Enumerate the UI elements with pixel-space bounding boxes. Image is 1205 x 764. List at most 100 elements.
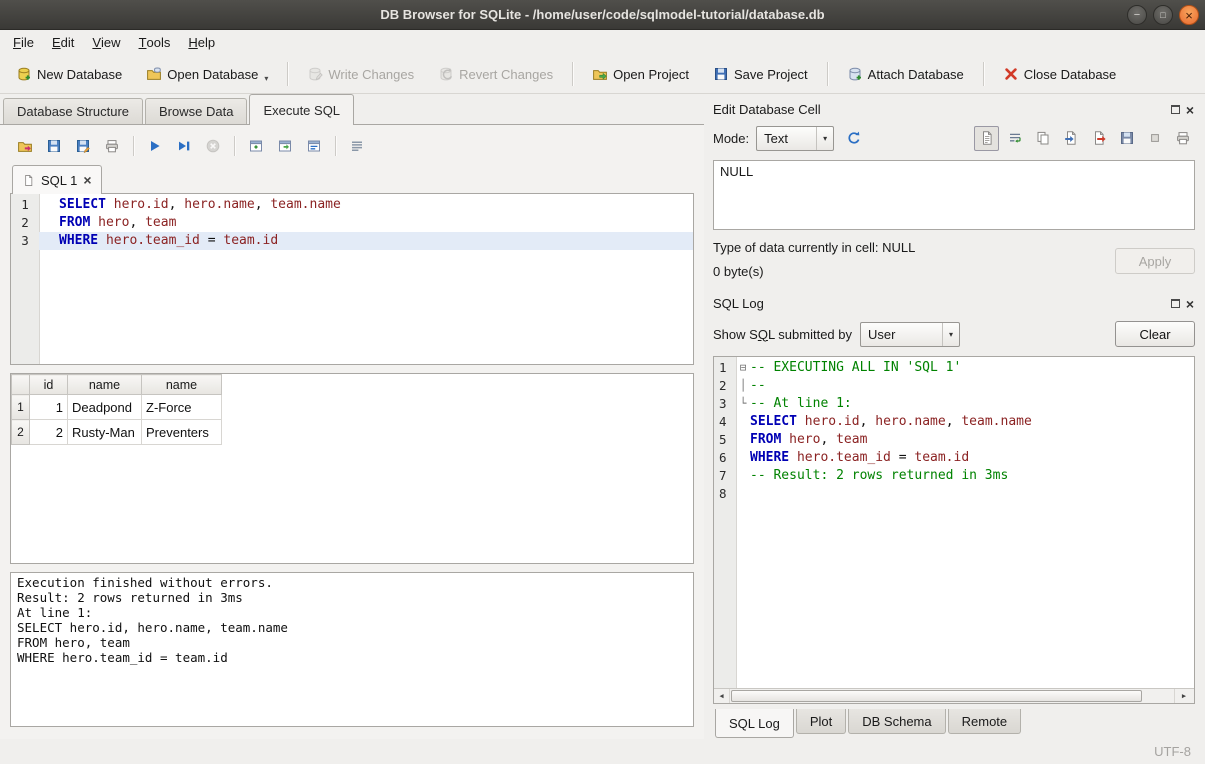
- execute-current-line-button[interactable]: [171, 133, 197, 159]
- toolbar-separator: [287, 62, 288, 86]
- code-line: 1SELECT hero.id, hero.name, team.name: [11, 196, 693, 214]
- tab-plot[interactable]: Plot: [796, 709, 846, 734]
- open-database-button[interactable]: Open Database▾: [136, 60, 278, 88]
- format-sql-button[interactable]: [344, 133, 370, 159]
- tab-database-structure[interactable]: Database Structure: [3, 98, 143, 124]
- toolbar-separator: [983, 62, 984, 86]
- code-line: 6 WHERE hero.team_id = team.id: [714, 449, 1194, 467]
- toolbar-separator: [335, 136, 336, 156]
- horizontal-scrollbar[interactable]: ◀ ▶: [714, 688, 1194, 703]
- chevron-down-icon: ▾: [942, 323, 959, 346]
- export-button[interactable]: [1086, 126, 1111, 151]
- new-tab-button[interactable]: [243, 133, 269, 159]
- save-sql-file-button[interactable]: [41, 133, 67, 159]
- tab-remote[interactable]: Remote: [948, 709, 1022, 734]
- tab-execute-sql[interactable]: Execute SQL: [249, 94, 354, 125]
- minimize-button[interactable]: −: [1127, 5, 1147, 25]
- new-database-icon: [16, 66, 32, 82]
- cell[interactable]: 1: [30, 395, 68, 420]
- mode-select[interactable]: Text ▾: [756, 126, 834, 151]
- menu-item-file[interactable]: File: [4, 30, 43, 55]
- code-text: WHERE hero.team_id = team.id: [39, 232, 693, 250]
- set-null-button[interactable]: [1142, 126, 1167, 151]
- table-row[interactable]: 22Rusty-ManPreventers: [12, 420, 222, 445]
- line-number: 3: [11, 232, 39, 250]
- column-header-name-1[interactable]: name: [68, 375, 142, 395]
- line-number: 4: [714, 413, 736, 431]
- open-sql-file-button[interactable]: [12, 133, 38, 159]
- open-in-new-tab-button[interactable]: [272, 133, 298, 159]
- revert-changes-label: Revert Changes: [459, 67, 553, 82]
- import-button[interactable]: [1058, 126, 1083, 151]
- corner-header[interactable]: [12, 375, 30, 395]
- refresh-icon: [846, 130, 862, 146]
- code-line: 2FROM hero, team: [11, 214, 693, 232]
- print-cell-icon: [1175, 130, 1191, 146]
- autocomplete-button[interactable]: [301, 133, 327, 159]
- scroll-left-arrow[interactable]: ◀: [714, 689, 730, 703]
- print-icon: [104, 138, 120, 154]
- save-cell-icon: [1119, 130, 1135, 146]
- menu-item-view[interactable]: View: [83, 30, 129, 55]
- code-line: 3└-- At line 1:: [714, 395, 1194, 413]
- toolbar-separator: [234, 136, 235, 156]
- menu-item-edit[interactable]: Edit: [43, 30, 83, 55]
- row-number[interactable]: 2: [12, 420, 30, 445]
- title-bar[interactable]: DB Browser for SQLite - /home/user/code/…: [0, 0, 1205, 30]
- fold-marker-icon: [736, 449, 750, 467]
- apply-button: Apply: [1115, 248, 1195, 274]
- submitted-by-select[interactable]: User ▾: [860, 322, 960, 347]
- window-title: DB Browser for SQLite - /home/user/code/…: [380, 7, 824, 22]
- cell-editor[interactable]: NULL: [713, 160, 1195, 230]
- cell[interactable]: Z-Force: [142, 395, 222, 420]
- menu-item-help[interactable]: Help: [179, 30, 224, 55]
- filter-label: Show SQL submitted by: [713, 327, 852, 342]
- cell[interactable]: Preventers: [142, 420, 222, 445]
- close-tab-icon[interactable]: ×: [83, 173, 91, 187]
- execute-all-button[interactable]: [142, 133, 168, 159]
- new-database-button[interactable]: New Database: [6, 60, 132, 88]
- cell[interactable]: Deadpond: [68, 395, 142, 420]
- open-project-button[interactable]: Open Project: [582, 60, 699, 88]
- float-dock-icon[interactable]: [1171, 299, 1180, 308]
- copy-button[interactable]: [1030, 126, 1055, 151]
- row-number[interactable]: 1: [12, 395, 30, 420]
- code-text: -- Result: 2 rows returned in 3ms: [750, 467, 1194, 485]
- text-document-icon: [979, 130, 995, 146]
- save-cell-button[interactable]: [1114, 126, 1139, 151]
- close-dock-icon[interactable]: ×: [1186, 297, 1194, 311]
- close-dock-icon[interactable]: ×: [1186, 103, 1194, 117]
- results-table: idnamename11DeadpondZ-Force22Rusty-ManPr…: [11, 374, 222, 445]
- print-button[interactable]: [99, 133, 125, 159]
- tab-sql-1[interactable]: SQL 1 ×: [12, 165, 102, 194]
- sql-log-view[interactable]: 1⊟-- EXECUTING ALL IN 'SQL 1'2│--3└-- At…: [713, 356, 1195, 704]
- submitted-by-value: User: [861, 327, 942, 342]
- cell[interactable]: Rusty-Man: [68, 420, 142, 445]
- save-results-button[interactable]: [70, 133, 96, 159]
- menu-item-tools[interactable]: Tools: [130, 30, 180, 55]
- attach-database-button[interactable]: Attach Database: [837, 60, 974, 88]
- maximize-button[interactable]: □: [1153, 5, 1173, 25]
- close-database-button[interactable]: Close Database: [993, 60, 1127, 88]
- close-button[interactable]: ×: [1179, 5, 1199, 25]
- word-wrap-button[interactable]: [1002, 126, 1027, 151]
- tab-browse-data[interactable]: Browse Data: [145, 98, 247, 124]
- print-cell-button[interactable]: [1170, 126, 1195, 151]
- dropdown-arrow-icon[interactable]: ▾: [264, 74, 268, 83]
- tab-db-schema[interactable]: DB Schema: [848, 709, 945, 734]
- clear-button[interactable]: Clear: [1115, 321, 1195, 347]
- log-filter-row: Show SQL submitted by User ▾ Clear: [713, 320, 1195, 348]
- sql-editor[interactable]: 1SELECT hero.id, hero.name, team.name2FR…: [10, 193, 694, 365]
- save-project-button[interactable]: Save Project: [703, 60, 818, 88]
- column-header-name-2[interactable]: name: [142, 375, 222, 395]
- tab-sql-log[interactable]: SQL Log: [715, 709, 794, 738]
- table-row[interactable]: 11DeadpondZ-Force: [12, 395, 222, 420]
- cell[interactable]: 2: [30, 420, 68, 445]
- text-document-button[interactable]: [974, 126, 999, 151]
- scroll-right-arrow[interactable]: ▶: [1174, 689, 1194, 703]
- column-header-id-0[interactable]: id: [30, 375, 68, 395]
- scrollbar-thumb[interactable]: [731, 690, 1142, 702]
- refresh-cell-button[interactable]: [841, 126, 866, 151]
- execute-sql-panel: SQL 1 × 1SELECT hero.id, hero.name, team…: [0, 125, 704, 739]
- float-dock-icon[interactable]: [1171, 105, 1180, 114]
